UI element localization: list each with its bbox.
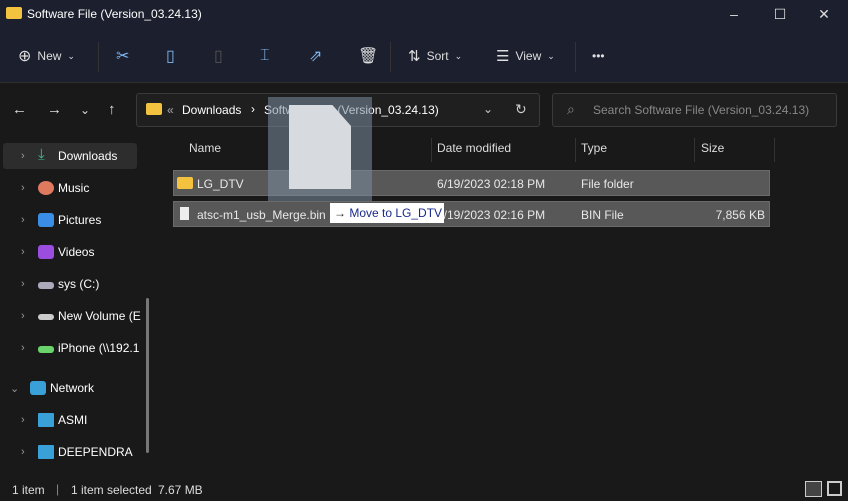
share-icon: ⇗ xyxy=(309,48,323,65)
breadcrumb-separator[interactable]: › xyxy=(251,102,255,116)
paste-button[interactable]: ▯ xyxy=(214,44,223,68)
sidebar-item-new-volume[interactable]: › New Volume (E xyxy=(3,303,141,329)
view-button[interactable]: ☰ View ⌄ xyxy=(496,44,555,68)
sidebar-scrollbar[interactable] xyxy=(146,298,149,453)
new-button[interactable]: ⊕ New ⌄ xyxy=(18,44,75,68)
delete-button[interactable]: 🗑 xyxy=(358,44,378,68)
file-name: LG_DTV xyxy=(197,177,244,191)
selected-size: 7.67 MB xyxy=(158,483,203,497)
sort-label: Sort xyxy=(426,49,449,63)
refresh-icon[interactable]: ↻ xyxy=(515,101,527,118)
cut-button[interactable]: ✂ xyxy=(116,44,129,68)
up-button[interactable]: ↑ xyxy=(108,101,116,118)
copy-icon: ▯ xyxy=(166,48,175,65)
forward-button[interactable]: → xyxy=(47,101,62,118)
sidebar-label: Music xyxy=(58,181,90,195)
folder-icon xyxy=(177,177,193,189)
sidebar-label: Videos xyxy=(58,245,95,259)
more-icon: ••• xyxy=(592,49,605,63)
list-icon: ☰ xyxy=(496,48,510,65)
file-drag-icon xyxy=(289,105,351,189)
column-header-type[interactable]: Type xyxy=(581,141,607,155)
tiles-view-button[interactable] xyxy=(827,481,842,496)
more-button[interactable]: ••• xyxy=(592,44,605,68)
new-label: New xyxy=(37,49,62,63)
close-button[interactable]: ✕ xyxy=(804,2,844,26)
sort-icon: ⇅ xyxy=(408,48,421,65)
sidebar-item-pictures[interactable]: › Pictures xyxy=(3,207,137,233)
sidebar-item-videos[interactable]: › Videos xyxy=(3,239,137,265)
sidebar-label: New Volume (E xyxy=(58,309,141,323)
sidebar-label: Network xyxy=(50,381,95,395)
minimize-button[interactable]: – xyxy=(714,2,754,26)
status-bar: 1 item | 1 item selected 7.67 MB xyxy=(0,478,848,501)
sidebar-label: ASMI xyxy=(58,413,88,427)
sidebar-item-asmi[interactable]: › ASMI xyxy=(3,407,137,433)
drag-tooltip-text: Move to LG_DTV xyxy=(349,206,443,220)
pictures-icon xyxy=(38,213,54,227)
view-label: View xyxy=(515,49,542,63)
overflow-chevron[interactable]: « xyxy=(167,103,174,117)
file-row-atsc-bin[interactable]: atsc-m1_usb_Merge.bin 6/19/2023 02:16 PM… xyxy=(173,201,770,227)
sidebar-label: Pictures xyxy=(58,213,102,227)
sort-button[interactable]: ⇅ Sort ⌄ xyxy=(408,44,462,68)
computer-icon xyxy=(38,445,54,459)
sidebar-item-network[interactable]: ⌄ Network xyxy=(3,375,137,401)
arrow-right-icon: → xyxy=(334,206,346,220)
drive-icon xyxy=(38,282,54,289)
sidebar-label: Downloads xyxy=(58,149,118,163)
sidebar-item-downloads[interactable]: › ⤓ Downloads xyxy=(3,143,137,169)
search-icon: ⌕ xyxy=(567,101,575,117)
scissors-icon: ✂ xyxy=(116,48,130,65)
sidebar-label: iPhone (\\192.1 xyxy=(58,341,140,355)
recent-locations-button[interactable]: ⌄ xyxy=(80,103,90,117)
search-input[interactable]: ⌕ Search Software File (Version_03.24.13… xyxy=(552,93,837,127)
file-type: BIN File xyxy=(581,208,624,222)
share-button[interactable]: ⇗ xyxy=(309,44,322,68)
computer-icon xyxy=(38,413,54,427)
file-type: File folder xyxy=(581,177,634,191)
drive-icon xyxy=(38,314,54,320)
breadcrumb-downloads[interactable]: Downloads xyxy=(182,103,241,117)
title-and-toolbar: Software File (Version_03.24.13) – ☐ ✕ ⊕… xyxy=(0,0,848,83)
selected-count: 1 item selected xyxy=(71,483,152,497)
sidebar-item-music[interactable]: › Music xyxy=(3,175,137,201)
file-icon xyxy=(180,207,189,220)
window-title: Software File (Version_03.24.13) xyxy=(27,7,202,21)
maximize-button[interactable]: ☐ xyxy=(760,2,800,26)
drag-tooltip: → Move to LG_DTV xyxy=(330,203,444,223)
file-size: 7,856 KB xyxy=(715,208,765,222)
folder-icon xyxy=(146,103,162,115)
address-dropdown-icon[interactable]: ⌄ xyxy=(483,102,493,116)
copy-button[interactable]: ▯ xyxy=(166,44,175,68)
file-row-lg-dtv[interactable]: LG_DTV 6/19/2023 02:18 PM File folder xyxy=(173,170,770,196)
network-drive-icon xyxy=(38,346,54,353)
sidebar-item-sys-c[interactable]: › sys (C:) xyxy=(3,271,137,297)
column-header-size[interactable]: Size xyxy=(701,141,724,155)
clipboard-icon: ▯ xyxy=(214,48,223,65)
rename-icon: ⌶ xyxy=(260,47,270,64)
item-count: 1 item xyxy=(12,483,45,497)
file-date: 6/19/2023 02:18 PM xyxy=(437,177,546,191)
navigation-pane: › ⤓ Downloads › Music › Pictures › Videos › sy… xyxy=(0,140,158,478)
file-name: atsc-m1_usb_Merge.bin xyxy=(197,208,326,222)
details-view-button[interactable] xyxy=(805,481,822,497)
folder-icon xyxy=(6,7,22,19)
sidebar-item-iphone[interactable]: › iPhone (\\192.1 xyxy=(3,335,140,361)
network-icon xyxy=(30,381,46,395)
videos-icon xyxy=(38,245,54,259)
file-date: 6/19/2023 02:16 PM xyxy=(437,208,546,222)
column-header-name[interactable]: Name xyxy=(189,141,221,155)
sidebar-label: DEEPENDRA xyxy=(58,445,133,459)
rename-button[interactable]: ⌶ xyxy=(260,44,270,68)
sidebar-label: sys (C:) xyxy=(58,277,100,291)
search-placeholder: Search Software File (Version_03.24.13) xyxy=(593,103,810,117)
sidebar-item-deependra[interactable]: › DEEPENDRA xyxy=(3,439,137,465)
drag-ghost xyxy=(268,97,372,201)
back-button[interactable]: ← xyxy=(12,101,27,118)
music-icon xyxy=(38,181,54,195)
trash-icon: 🗑 xyxy=(358,48,379,65)
column-header-date[interactable]: Date modified xyxy=(437,141,511,155)
plus-circle-icon: ⊕ xyxy=(18,48,32,65)
